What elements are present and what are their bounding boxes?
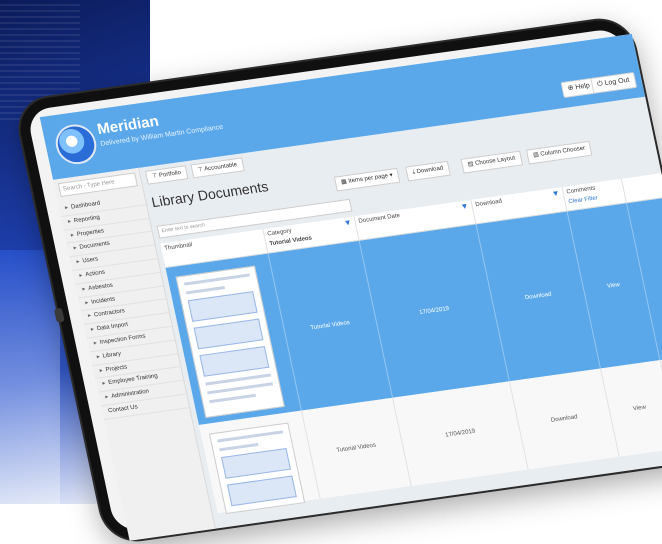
sidebar-item-label: Users xyxy=(82,256,99,265)
chevron-right-icon: ▸ xyxy=(81,286,87,293)
thumbnail-cell xyxy=(198,410,321,515)
choose-layout-label: Choose Layout xyxy=(474,155,516,167)
choose-layout-button[interactable]: ▤ Choose Layout xyxy=(460,150,523,174)
chevron-right-icon: ▸ xyxy=(104,394,110,401)
logout-label: Log Out xyxy=(604,76,631,88)
main-content: ⊤ Portfolio ⊤ Accountable Library Docume… xyxy=(138,97,662,529)
column-label: Category xyxy=(266,228,293,238)
column-label: Thumbnail xyxy=(163,242,193,252)
accountable-button[interactable]: ⊤ Accountable xyxy=(190,157,245,179)
chevron-right-icon: ▸ xyxy=(87,313,92,320)
filter-icon[interactable]: ▼ xyxy=(551,189,561,199)
sidebar-item-label: Actions xyxy=(84,269,106,279)
sidebar-item-label: Inspection Forms xyxy=(99,333,147,346)
download-label: Download xyxy=(416,165,444,176)
sidebar-item-label: Contact Us xyxy=(107,404,139,415)
items-per-page-label: Items per page xyxy=(347,173,389,185)
help-label: Help xyxy=(574,82,591,92)
document-thumbnail[interactable] xyxy=(208,422,306,515)
download-button[interactable]: ⤓ Download xyxy=(405,160,451,182)
column-label: Document Date xyxy=(358,212,401,225)
chevron-right-icon: ▸ xyxy=(76,259,81,266)
brain-logo-icon[interactable] xyxy=(52,121,101,167)
sidebar-item-label: Reporting xyxy=(73,214,101,225)
column-chooser-label: Column Chooser xyxy=(539,145,586,158)
logout-button[interactable]: ⏻ Log Out xyxy=(589,71,638,94)
chevron-right-icon: ▸ xyxy=(73,245,78,252)
sidebar-item-label: Contractors xyxy=(93,308,126,319)
filter-icon[interactable]: ▼ xyxy=(460,201,470,211)
chevron-right-icon: ▸ xyxy=(78,272,84,280)
accountable-label: Accountable xyxy=(203,162,238,173)
portfolio-label: Portfolio xyxy=(158,170,182,179)
chevron-right-icon: ▸ xyxy=(90,326,95,334)
background-glow xyxy=(0,250,60,504)
portfolio-button[interactable]: ⊤ Portfolio xyxy=(144,165,189,185)
page-title: Library Documents xyxy=(149,178,270,211)
sidebar-item-label: Library xyxy=(102,350,122,360)
tablet-device: Meridian Delivered by William Martin Com… xyxy=(14,16,662,544)
sidebar-item-label: Documents xyxy=(79,241,111,252)
column-label: Download xyxy=(474,198,503,209)
column-chooser-button[interactable]: ▥ Column Chooser xyxy=(525,140,593,165)
sidebar-item-label: Properties xyxy=(76,227,105,238)
document-thumbnail[interactable] xyxy=(175,265,285,418)
chevron-right-icon: ▸ xyxy=(93,340,98,347)
sidebar-item-label: Incidents xyxy=(90,296,116,306)
chevron-right-icon: ▸ xyxy=(70,232,75,239)
sidebar-item-label: Dashboard xyxy=(70,200,101,211)
sidebar-item-label: Administration xyxy=(110,388,150,400)
items-per-page-dropdown[interactable]: ▦ Items per page ▾ xyxy=(333,167,401,192)
chevron-right-icon: ▸ xyxy=(84,299,89,307)
column-label: Comments xyxy=(566,185,596,196)
chevron-right-icon: ▸ xyxy=(67,218,72,225)
chevron-right-icon: ▸ xyxy=(96,353,101,361)
chevron-right-icon: ▸ xyxy=(99,367,104,374)
tablet-screen: Meridian Delivered by William Martin Com… xyxy=(39,33,662,541)
sidebar-item-label: Asbestos xyxy=(87,282,114,292)
date-cell: 17/04/2019 xyxy=(393,381,529,486)
chevron-right-icon: ▸ xyxy=(64,205,69,212)
filter-icon[interactable]: ▼ xyxy=(343,218,353,228)
sidebar-item-label: Projects xyxy=(105,363,128,373)
sidebar-item-label: Data Import xyxy=(96,322,129,333)
chevron-right-icon: ▸ xyxy=(101,380,107,388)
